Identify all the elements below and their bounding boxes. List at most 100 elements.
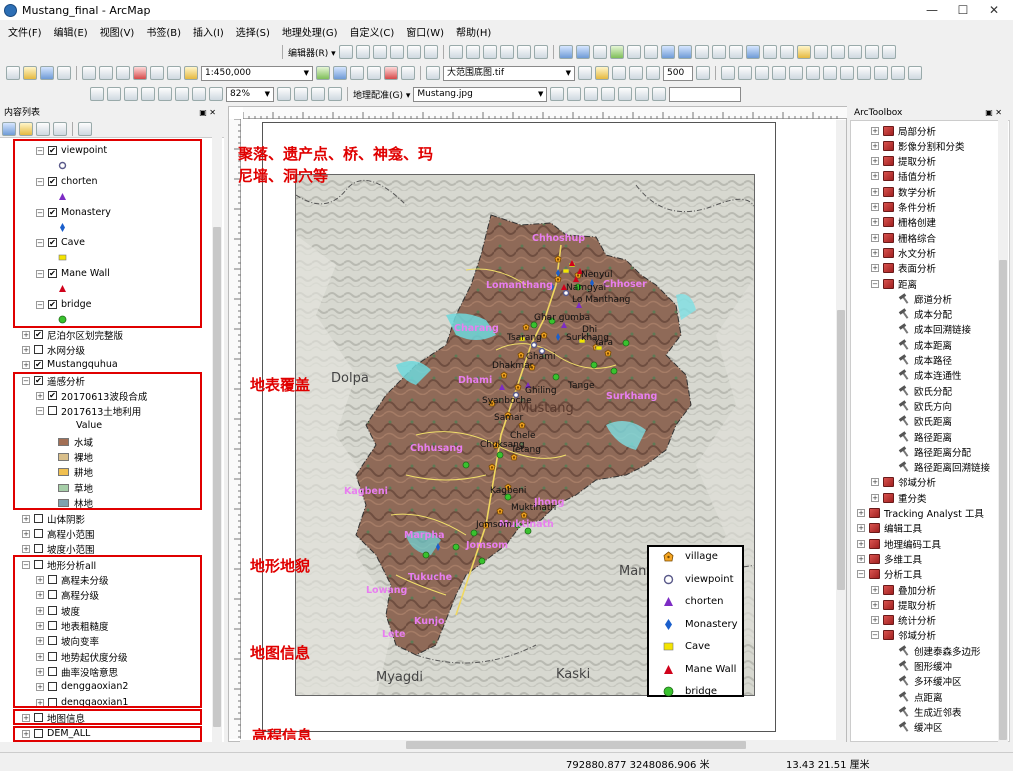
flicker-icon[interactable] [646,66,660,80]
zoom-out-icon[interactable] [575,45,590,59]
toolbox-item-11[interactable]: 廊道分析 [899,291,952,306]
redo-icon[interactable] [167,66,181,80]
toolbox-item-38[interactable]: 生成近邻表 [899,704,962,719]
cut-icon[interactable] [82,66,96,80]
layer-visibility-checkbox[interactable] [34,529,43,538]
topology-icon[interactable] [823,66,837,80]
toolbox-item-21[interactable]: 路径距离分配 [899,444,971,459]
split-icon[interactable] [448,45,463,59]
toolbox-item-29[interactable]: − 分析工具 [857,567,922,582]
toolbox-item-22[interactable]: 路径距离回溯链接 [899,460,990,475]
pan-icon[interactable] [592,45,607,59]
expand-icon[interactable]: + [871,585,879,594]
list-by-visibility-icon[interactable] [36,121,50,136]
save-icon[interactable] [40,66,54,80]
toolbox-item-7[interactable]: + 栅格综合 [871,230,936,245]
arctoolbox-scrollbar[interactable] [998,120,1008,742]
toolbox-item-23[interactable]: + 邻域分析 [871,475,936,490]
layer-visibility-checkbox[interactable] [34,514,43,523]
refresh-icon[interactable] [652,87,667,101]
full-extent-icon[interactable] [609,45,624,59]
toolbox-item-19[interactable]: 欧氏距离 [899,414,952,429]
zoom-100-icon[interactable] [158,87,172,101]
toc-layer-19[interactable]: + 高程小范围 [22,526,95,541]
rotate-georef-icon[interactable] [550,87,565,101]
add-control-points-icon[interactable] [584,87,599,101]
hyperlink-icon[interactable] [762,45,777,59]
expand-icon[interactable]: + [22,514,30,523]
endpoint-arc-icon[interactable] [389,45,404,59]
menu-item-0[interactable]: 文件(F) [8,24,42,39]
toolbox-item-12[interactable]: 成本分配 [899,307,952,322]
layout-zoom-out-icon[interactable] [107,87,121,101]
search-window-icon[interactable] [367,66,381,80]
previous-extent-layout-icon[interactable] [192,87,206,101]
toolbox-item-5[interactable]: + 条件分析 [871,200,936,215]
toolbox-item-39[interactable]: 缓冲区 [899,720,943,735]
collapse-icon[interactable]: − [871,631,879,640]
sketch-properties-icon[interactable] [516,45,531,59]
arctoolbox-pin-close[interactable]: ▣ ✕ [985,106,1002,120]
new-document-icon[interactable] [6,66,20,80]
open-icon[interactable] [23,66,37,80]
toolbox-item-24[interactable]: + 重分类 [871,490,927,505]
expand-icon[interactable]: + [871,203,879,211]
report-icon[interactable] [908,66,922,80]
menu-item-8[interactable]: 窗口(W) [406,24,444,39]
georeference-layer-select[interactable]: Mustang.jpg ▼ [413,86,548,102]
flicker-rate-input[interactable]: 500 [663,65,693,81]
expand-icon[interactable]: + [857,524,865,533]
toolbox-item-2[interactable]: + 提取分析 [871,154,936,169]
create-features-icon[interactable] [533,45,548,59]
expand-icon[interactable]: + [22,345,30,354]
back-extent-icon[interactable] [660,45,675,59]
layout-pan-icon[interactable] [124,87,138,101]
expand-icon[interactable]: + [871,172,879,181]
expand-icon[interactable]: + [871,218,879,227]
find-route-icon[interactable] [830,45,845,59]
fixed-zoom-layout-icon[interactable] [175,87,189,101]
menu-item-5[interactable]: 选择(S) [236,24,270,39]
toc-options-icon[interactable] [78,121,92,136]
snap-point-icon[interactable] [738,66,752,80]
toolbox-item-36[interactable]: 多环缓冲区 [899,674,962,689]
close-button[interactable]: ✕ [977,0,1011,20]
toolbox-item-9[interactable]: + 表面分析 [871,261,936,276]
expand-icon[interactable]: + [22,360,30,369]
toolbox-item-28[interactable]: + 多维工具 [857,551,922,566]
viewer-window-icon[interactable] [881,45,896,59]
fixed-zoom-in-icon[interactable] [626,45,641,59]
layer-visibility-checkbox[interactable] [34,345,43,354]
view-link-table-icon[interactable] [618,87,633,101]
expand-icon[interactable]: + [871,187,879,196]
expand-icon[interactable]: + [857,509,865,517]
add-data-icon[interactable] [184,66,198,80]
forward-extent-icon[interactable] [677,45,692,59]
expand-icon[interactable]: + [871,157,879,166]
toc-layer-7[interactable]: + 水网分级 [22,342,85,357]
toolbox-item-15[interactable]: 成本路径 [899,353,952,368]
clear-selection-icon[interactable] [711,45,726,59]
list-by-selection-icon[interactable] [53,121,67,136]
toc-layer-8[interactable]: + ✔ Mustangquhua [22,357,118,372]
layout-zoom-select[interactable]: 82% ▼ [226,86,274,102]
snap-edge-icon[interactable] [789,66,803,80]
zoom-in-icon[interactable] [558,45,573,59]
arctoolbox-icon[interactable] [384,66,398,80]
expand-icon[interactable]: + [22,544,30,553]
viewer-icon[interactable] [635,87,650,101]
georef-input[interactable] [669,86,742,102]
snapping-icon[interactable] [721,66,735,80]
table-icon[interactable] [891,66,905,80]
fixed-zoom-out-icon[interactable] [643,45,658,59]
select-features-icon[interactable] [694,45,709,59]
shift-georef-icon[interactable] [567,87,582,101]
toolbox-item-17[interactable]: 欧氏分配 [899,383,952,398]
snap-vertex-icon[interactable] [772,66,786,80]
toolbox-item-4[interactable]: + 数学分析 [871,184,936,199]
toolbox-item-31[interactable]: + 提取分析 [871,597,936,612]
layer-visibility-checkbox[interactable]: ✔ [34,330,43,339]
georeferencing-menu[interactable]: 地理配准(G) ▾ [353,88,410,101]
expand-icon[interactable]: + [857,554,865,563]
print-icon[interactable] [57,66,71,80]
